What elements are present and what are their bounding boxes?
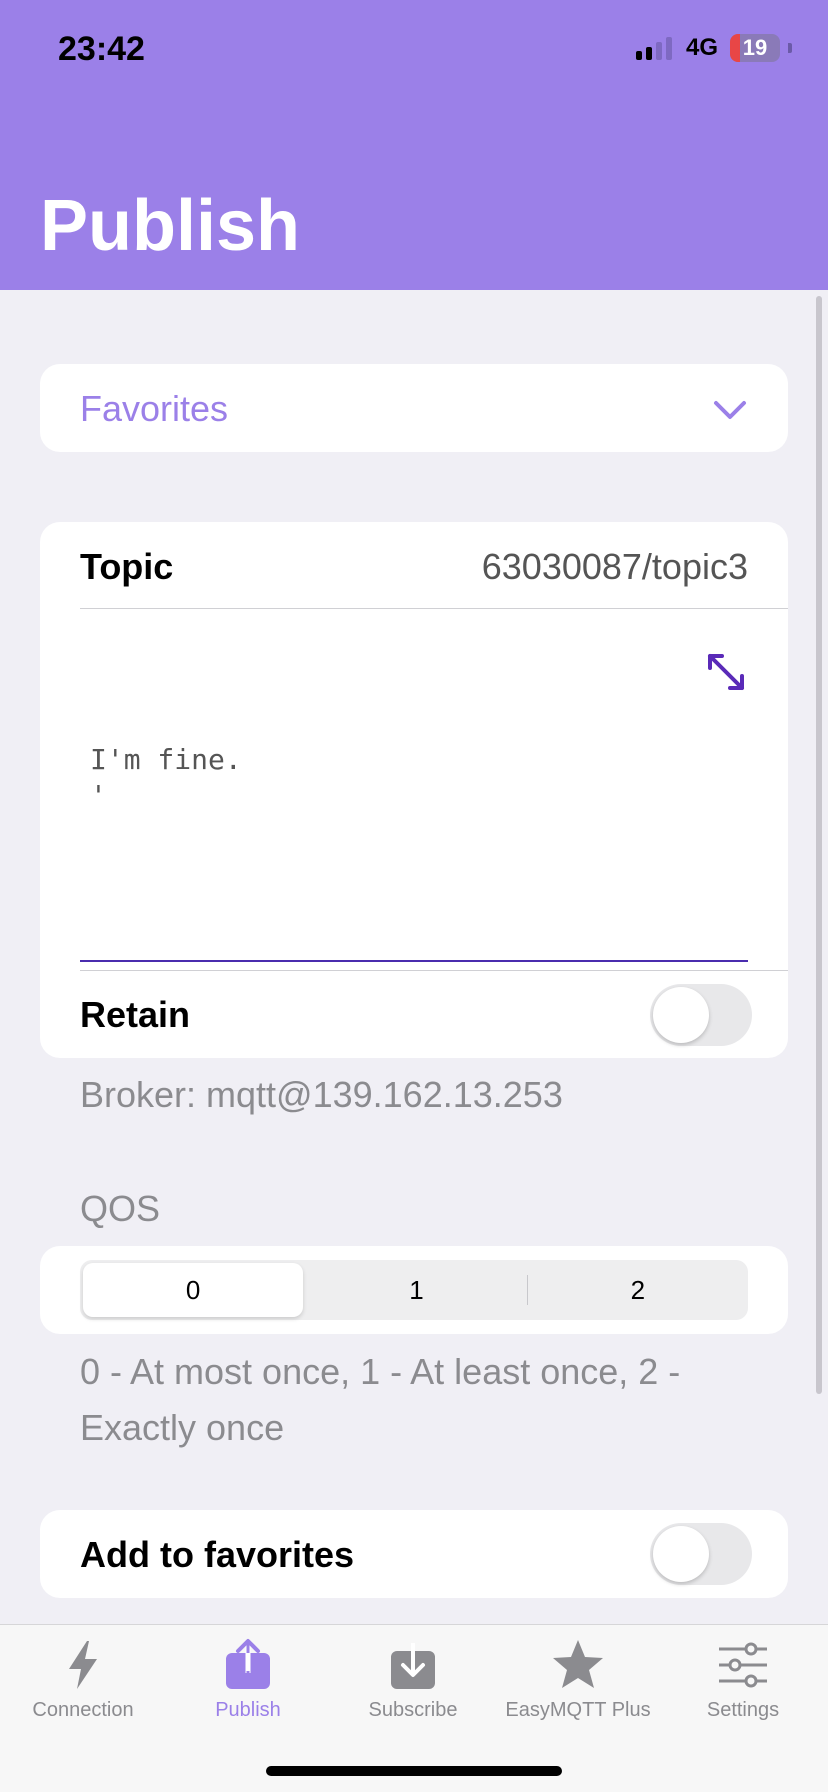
bolt-icon [69, 1641, 97, 1689]
qos-card: 0 1 2 [40, 1246, 788, 1334]
retain-label: Retain [80, 994, 191, 1035]
message-form: Topic 63030087/topic3 I'm fine. ' Retain [40, 522, 788, 1058]
tab-publish[interactable]: Publish [165, 1625, 331, 1765]
qos-option-1[interactable]: 1 [306, 1260, 526, 1320]
download-icon [391, 1643, 435, 1689]
payload-underline [80, 960, 748, 962]
divider [80, 970, 788, 971]
star-icon [553, 1640, 603, 1688]
scrollbar[interactable] [816, 296, 822, 1394]
upload-icon [226, 1639, 270, 1689]
page-title: Publish [40, 186, 301, 266]
topic-input[interactable]: 63030087/topic3 [482, 546, 748, 588]
favorites-dropdown[interactable]: Favorites [40, 364, 788, 452]
tab-subscribe[interactable]: Subscribe [330, 1625, 496, 1765]
favorites-label: Favorites [80, 388, 229, 429]
qos-title: QOS [80, 1188, 161, 1229]
sliders-icon [719, 1642, 767, 1688]
retain-toggle[interactable] [650, 984, 752, 1046]
tab-label: Publish [215, 1699, 281, 1721]
tab-label: Settings [706, 1699, 780, 1721]
add-to-favorites-row: Add to favorites [40, 1510, 788, 1598]
payload-textarea[interactable]: I'm fine. ' [90, 742, 242, 814]
divider [80, 608, 788, 609]
home-indicator [266, 1766, 562, 1776]
chevron-down-icon [714, 401, 746, 419]
network-type: 4G [685, 34, 718, 61]
status-indicators: 4G 19 [635, 34, 792, 62]
qos-option-2[interactable]: 2 [528, 1260, 748, 1320]
qos-description: 0 - At most once, 1 - At least once, 2 -… [80, 1351, 681, 1448]
tab-settings[interactable]: Settings [660, 1625, 826, 1765]
qos-segmented-control[interactable]: 0 1 2 [80, 1260, 748, 1320]
battery-icon: 19 [730, 34, 780, 62]
battery-level: 19 [742, 35, 768, 60]
topic-label: Topic [80, 546, 174, 587]
tab-label: Subscribe [368, 1699, 458, 1721]
tab-connection[interactable]: Connection [0, 1625, 166, 1765]
qos-option-0[interactable]: 0 [83, 1263, 304, 1317]
status-time: 23:42 [58, 30, 145, 68]
add-to-favorites-label: Add to favorites [80, 1534, 355, 1575]
tab-label: Connection [32, 1699, 134, 1721]
tab-easymqtt-plus[interactable]: EasyMQTT Plus [495, 1625, 661, 1765]
add-to-favorites-toggle[interactable] [650, 1523, 752, 1585]
broker-info: Broker: mqtt@139.162.13.253 [80, 1074, 563, 1115]
tab-label: EasyMQTT Plus [505, 1699, 651, 1721]
navigation-header: 23:42 4G 19 Publish [0, 0, 828, 290]
expand-icon[interactable] [704, 650, 748, 694]
cellular-signal-icon [635, 36, 672, 60]
